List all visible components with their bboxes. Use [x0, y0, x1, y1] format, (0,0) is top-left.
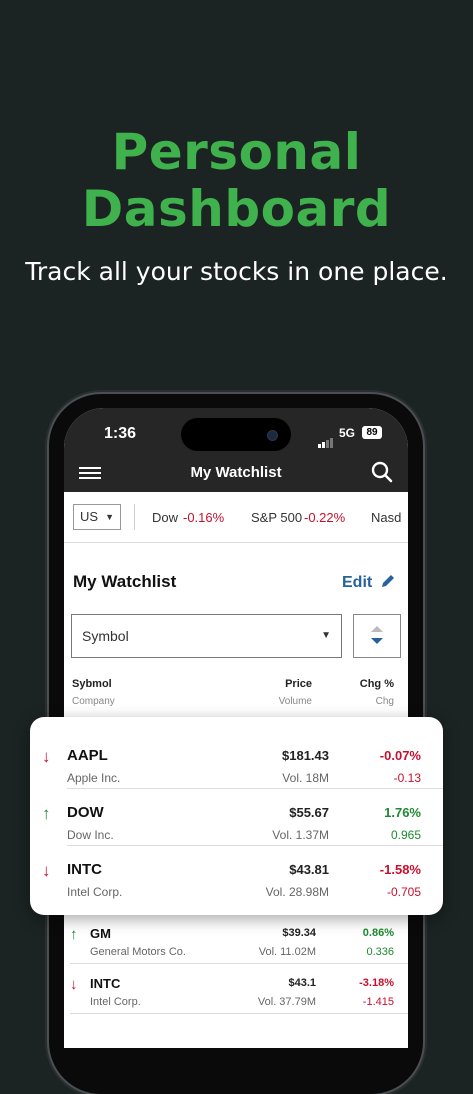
signal-icon: [318, 430, 334, 448]
row-chg-pct: -0.07%: [379, 748, 421, 763]
market-select[interactable]: US ▼: [73, 504, 121, 530]
row-price: $43.81: [289, 862, 329, 877]
hero-title-line1: Personal: [111, 123, 362, 181]
col-symbol: Sybmol: [72, 678, 112, 690]
status-time: 1:36: [104, 425, 137, 442]
row-chg-pct: 1.76%: [384, 805, 421, 820]
ticker-dow-change: -0.16%: [183, 510, 225, 525]
ticker-sp500-change: -0.22%: [304, 510, 346, 525]
row-volume: Vol. 37.79M: [257, 996, 316, 1008]
row-volume: Vol. 11.02M: [258, 946, 316, 958]
pencil-icon: [381, 575, 394, 587]
hero-subtitle: Track all your stocks in one place.: [25, 257, 448, 286]
hero-title-line2: Dashboard: [81, 180, 392, 238]
battery-icon: 89: [362, 426, 382, 439]
row-price: $39.34: [282, 927, 316, 939]
arrow-down-icon: ↓: [70, 976, 78, 993]
row-symbol: DOW: [67, 804, 104, 821]
status-bar: 1:36 5G 89: [64, 408, 408, 460]
row-chg-pct: -1.58%: [379, 862, 421, 877]
col-company: Company: [72, 696, 115, 707]
row-symbol: INTC: [90, 976, 121, 991]
nav-bar: My Watchlist: [64, 460, 408, 492]
row-symbol: GM: [90, 926, 111, 941]
col-chg: Chg: [375, 696, 394, 707]
row-company: Intel Corp.: [67, 885, 123, 899]
row-chg: -0.705: [386, 885, 421, 899]
table-row[interactable]: ↑ DOW Dow Inc. $55.67 Vol. 1.37M 1.76% 0…: [30, 782, 443, 842]
row-chg: -1.415: [362, 996, 394, 1008]
hero-title: Personal Dashboard: [0, 124, 473, 238]
caret-down-icon: ▼: [105, 512, 114, 522]
row-price: $43.1: [288, 977, 316, 989]
market-select-value: US: [80, 509, 99, 524]
sort-arrows-icon: [371, 626, 383, 644]
row-symbol: INTC: [67, 861, 102, 878]
arrow-down-icon: ↓: [42, 747, 51, 766]
ticker-nasdaq-name: Nasd: [371, 510, 402, 525]
market-ticker: US ▼ Dow -0.16% S&P 500 -0.22% Nasd: [64, 492, 408, 543]
ticker-dow-name: Dow: [152, 510, 179, 525]
sort-select[interactable]: Symbol ▼: [71, 614, 342, 658]
network-label: 5G: [339, 426, 356, 440]
col-price: Price: [285, 678, 312, 690]
table-row[interactable]: ↑ GM General Motors Co. $39.34 Vol. 11.0…: [64, 914, 408, 964]
row-chg-pct: -3.18%: [359, 977, 394, 989]
sort-order-button[interactable]: [353, 614, 401, 658]
arrow-up-icon: ↑: [42, 804, 51, 823]
table-row[interactable]: ↓ INTC Intel Corp. $43.1 Vol. 37.79M -3.…: [64, 964, 408, 1014]
edit-button[interactable]: Edit: [342, 573, 396, 592]
camera-icon: [267, 430, 278, 441]
row-chg-pct: 0.86%: [362, 927, 394, 939]
ticker-sp500-name: S&P 500: [251, 510, 303, 525]
table-row[interactable]: ↓ AAPL Apple Inc. $181.43 Vol. 18M -0.07…: [30, 725, 443, 785]
row-price: $55.67: [289, 805, 329, 820]
row-company: Intel Corp.: [90, 996, 141, 1008]
highlight-card: ↓ AAPL Apple Inc. $181.43 Vol. 18M -0.07…: [30, 717, 443, 915]
row-company: General Motors Co.: [90, 946, 186, 958]
col-volume: Volume: [278, 696, 312, 707]
row-divider: [70, 1013, 408, 1014]
nav-title: My Watchlist: [190, 464, 282, 481]
watchlist-title: My Watchlist: [73, 572, 177, 591]
ticker-divider: [134, 504, 135, 530]
row-volume: Vol. 28.98M: [265, 885, 329, 899]
sort-select-value: Symbol: [82, 628, 129, 644]
dynamic-island: [181, 418, 291, 451]
row-symbol: AAPL: [67, 747, 108, 764]
table-row[interactable]: ↓ INTC Intel Corp. $43.81 Vol. 28.98M -1…: [30, 839, 443, 899]
arrow-up-icon: ↑: [70, 926, 78, 943]
row-price: $181.43: [282, 748, 329, 763]
caret-down-icon: ▼: [321, 630, 331, 641]
row-chg: 0.336: [366, 946, 394, 958]
arrow-down-icon: ↓: [42, 861, 51, 880]
edit-label: Edit: [342, 574, 373, 591]
col-chg-pct: Chg %: [359, 678, 394, 690]
search-icon[interactable]: [370, 460, 394, 484]
